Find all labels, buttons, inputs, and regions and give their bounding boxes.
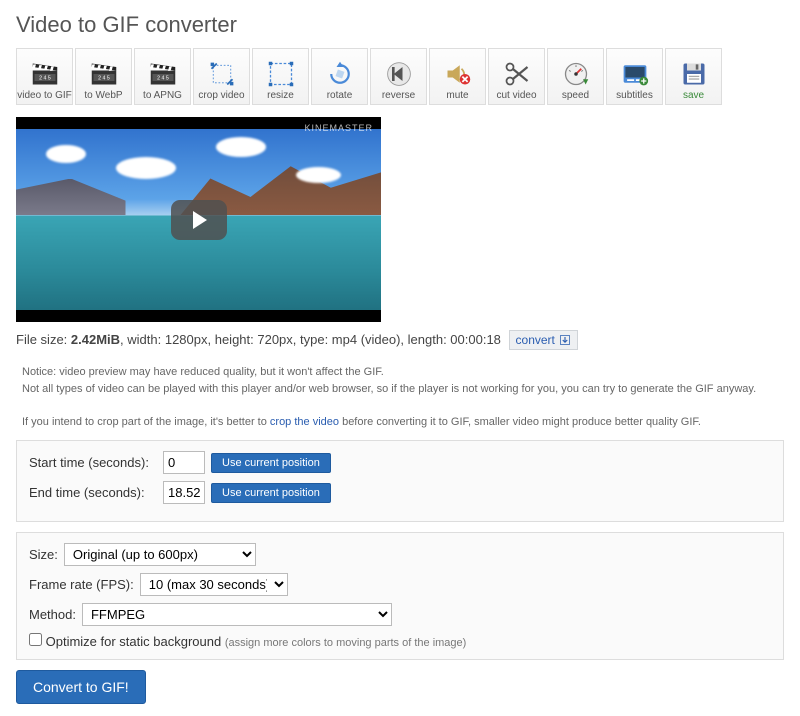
tool-cut-video[interactable]: cut video [488, 48, 545, 105]
convert-link[interactable]: convert [509, 330, 578, 350]
video-watermark: KINEMASTER [304, 123, 373, 133]
tool-reverse[interactable]: reverse [370, 48, 427, 105]
tool-resize[interactable]: resize [252, 48, 309, 105]
tool-label: crop video [198, 90, 244, 101]
mute-icon [444, 60, 472, 88]
method-label: Method: [29, 607, 76, 622]
fps-select[interactable]: 10 (max 30 seconds) [140, 573, 288, 596]
clapper-icon: 2 4 5 [149, 60, 177, 88]
crop-icon [208, 60, 236, 88]
use-current-start-button[interactable]: Use current position [211, 453, 331, 473]
optimize-checkbox[interactable] [29, 633, 42, 646]
size-label: Size: [29, 547, 58, 562]
page-title: Video to GIF converter [16, 12, 784, 38]
clapper-icon: 2 4 5 [90, 60, 118, 88]
save-icon [680, 60, 708, 88]
use-current-end-button[interactable]: Use current position [211, 483, 331, 503]
options-panel: Size: Original (up to 600px) Frame rate … [16, 532, 784, 660]
resize-icon [267, 60, 295, 88]
fps-label: Frame rate (FPS): [29, 577, 134, 592]
tool-label: mute [446, 90, 468, 101]
download-icon [559, 334, 571, 346]
tool-mute[interactable]: mute [429, 48, 486, 105]
rotate-icon [326, 60, 354, 88]
tool-label: cut video [496, 90, 536, 101]
file-size: 2.42MiB [71, 332, 120, 347]
tool-video-to-gif[interactable]: 2 4 5 video to GIF [16, 48, 73, 105]
crop-video-link[interactable]: crop the video [270, 416, 339, 428]
tool-label: speed [562, 90, 589, 101]
svg-text:2 4 5: 2 4 5 [39, 75, 51, 81]
file-info: File size: 2.42MiB, width: 1280px, heigh… [16, 330, 784, 350]
reverse-icon [385, 60, 413, 88]
gauge-icon [562, 60, 590, 88]
size-select[interactable]: Original (up to 600px) [64, 543, 256, 566]
convert-button[interactable]: Convert to GIF! [16, 670, 146, 704]
tool-subtitles[interactable]: subtitles [606, 48, 663, 105]
tool-label: resize [267, 90, 294, 101]
tool-crop-video[interactable]: crop video [193, 48, 250, 105]
method-select[interactable]: FFMPEG [82, 603, 392, 626]
tool-label: save [683, 90, 704, 101]
optimize-hint: (assign more colors to moving parts of t… [225, 637, 467, 649]
tool-label: reverse [382, 90, 415, 101]
end-time-input[interactable] [163, 481, 205, 504]
tool-label: subtitles [616, 90, 653, 101]
tool-label: rotate [327, 90, 353, 101]
clapper-icon: 2 4 5 [31, 60, 59, 88]
tool-save[interactable]: save [665, 48, 722, 105]
toolbar: 2 4 5 video to GIF 2 4 5 to WebP 2 4 5 t… [16, 48, 784, 105]
video-preview[interactable]: KINEMASTER [16, 117, 381, 322]
optimize-label: Optimize for static background [46, 634, 225, 649]
tool-to-webp[interactable]: 2 4 5 to WebP [75, 48, 132, 105]
tool-rotate[interactable]: rotate [311, 48, 368, 105]
time-panel: Start time (seconds): Use current positi… [16, 440, 784, 522]
end-time-label: End time (seconds): [29, 485, 157, 500]
tool-label: to WebP [84, 90, 122, 101]
scissors-icon [503, 60, 531, 88]
tool-to-apng[interactable]: 2 4 5 to APNG [134, 48, 191, 105]
start-time-label: Start time (seconds): [29, 455, 157, 470]
notice-text: Notice: video preview may have reduced q… [16, 364, 784, 430]
subtitles-icon [621, 60, 649, 88]
tool-label: video to GIF [17, 90, 71, 101]
svg-text:2 4 5: 2 4 5 [98, 75, 110, 81]
svg-text:2 4 5: 2 4 5 [157, 75, 169, 81]
start-time-input[interactable] [163, 451, 205, 474]
tool-speed[interactable]: speed [547, 48, 604, 105]
play-button[interactable] [171, 200, 227, 240]
tool-label: to APNG [143, 90, 182, 101]
